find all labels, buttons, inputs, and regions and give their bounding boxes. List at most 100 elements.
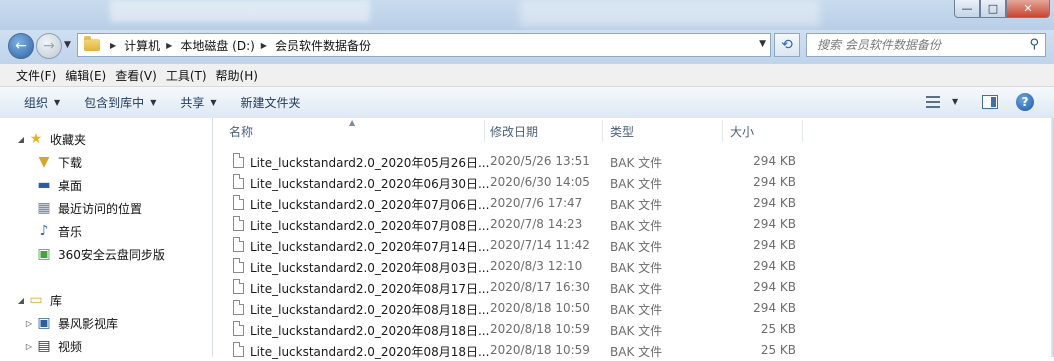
- file-row[interactable]: Lite_luckstandard2.0_2020年08月03日... 2020…: [213, 256, 1054, 277]
- library-icon: ▭: [29, 292, 43, 308]
- address-bar[interactable]: ▶ 计算机 ▶ 本地磁盘 (D:) ▶ 会员软件数据备份 ▼: [77, 33, 771, 57]
- column-divider[interactable]: [602, 120, 603, 142]
- breadcrumb-computer[interactable]: 计算机: [124, 37, 160, 54]
- nav-libraries[interactable]: ◢ ▭ 库: [16, 289, 62, 311]
- file-type: BAK 文件: [610, 324, 663, 338]
- nav-item-downloads[interactable]: ▼ 下载: [36, 151, 82, 173]
- nav-item-music[interactable]: ♪ 音乐: [36, 220, 82, 242]
- file-name: Lite_luckstandard2.0_2020年08月18日...: [250, 303, 490, 317]
- file-size: 294 KB: [753, 175, 796, 189]
- search-box[interactable]: ⚲: [806, 33, 1046, 57]
- search-input[interactable]: [815, 37, 1019, 53]
- music-note-icon: ♪: [39, 223, 49, 239]
- nav-item-360-cloud[interactable]: ▣ 360安全云盘同步版: [36, 243, 165, 265]
- file-icon: [233, 300, 244, 315]
- back-button[interactable]: ←: [8, 33, 34, 59]
- file-name: Lite_luckstandard2.0_2020年08月18日...: [250, 345, 490, 359]
- expand-triangle-icon[interactable]: ◢: [16, 296, 26, 305]
- close-button[interactable]: ✕: [1006, 0, 1050, 18]
- menu-bar: 文件(F) 编辑(E) 查看(V) 工具(T) 帮助(H): [0, 64, 1054, 87]
- file-row[interactable]: Lite_luckstandard2.0_2020年07月08日... 2020…: [213, 214, 1054, 235]
- film-icon: ▤: [37, 338, 51, 354]
- column-header-name[interactable]: 名称: [229, 118, 485, 144]
- nav-item-videos[interactable]: ▷ ▤ 视频: [24, 335, 82, 357]
- menu-file[interactable]: 文件(F): [0, 67, 63, 84]
- nav-item-desktop[interactable]: ▬ 桌面: [36, 174, 82, 196]
- caret-down-icon: ▼: [54, 98, 61, 107]
- file-size: 294 KB: [753, 301, 796, 315]
- refresh-button[interactable]: ⟲: [774, 33, 800, 57]
- nav-item-label: 音乐: [58, 224, 83, 239]
- file-modified: 2020/8/18 10:59: [490, 322, 590, 336]
- share-button[interactable]: 共享 ▼: [168, 94, 228, 111]
- view-options-dropdown-icon[interactable]: ▼: [952, 97, 958, 106]
- column-header-label: 名称: [229, 124, 254, 139]
- menu-edit[interactable]: 编辑(E): [63, 67, 113, 84]
- file-row[interactable]: Lite_luckstandard2.0_2020年05月26日... 2020…: [213, 151, 1054, 172]
- file-icon: [233, 279, 244, 294]
- downloads-folder-icon: ▼: [38, 154, 50, 170]
- file-row[interactable]: Lite_luckstandard2.0_2020年07月06日... 2020…: [213, 193, 1054, 214]
- file-name: Lite_luckstandard2.0_2020年05月26日...: [250, 156, 490, 170]
- recent-pages-dropdown-icon[interactable]: ▼: [64, 40, 71, 50]
- chevron-right-icon[interactable]: ▶: [261, 41, 267, 50]
- collapsed-triangle-icon[interactable]: ▷: [24, 319, 34, 328]
- menu-help[interactable]: 帮助(H): [214, 67, 265, 84]
- preview-pane-icon[interactable]: [982, 95, 998, 109]
- column-divider[interactable]: [802, 120, 803, 142]
- forward-button[interactable]: →: [36, 33, 62, 59]
- nav-item-recent-places[interactable]: ▦ 最近访问的位置: [36, 197, 142, 219]
- title-bar: — □ ✕: [0, 0, 1054, 30]
- chevron-right-icon[interactable]: ▶: [166, 41, 172, 50]
- organize-label: 组织: [24, 96, 49, 110]
- nav-item-label: 下载: [58, 155, 83, 170]
- file-row[interactable]: Lite_luckstandard2.0_2020年08月18日... 2020…: [213, 298, 1054, 319]
- file-type: BAK 文件: [610, 261, 663, 275]
- file-name: Lite_luckstandard2.0_2020年08月03日...: [250, 261, 490, 275]
- include-in-library-button[interactable]: 包含到库中 ▼: [72, 94, 168, 111]
- star-icon: ★: [29, 131, 43, 147]
- column-divider[interactable]: [722, 120, 723, 142]
- file-type: BAK 文件: [610, 198, 663, 212]
- file-row[interactable]: Lite_luckstandard2.0_2020年06月30日... 2020…: [213, 172, 1054, 193]
- organize-button[interactable]: 组织 ▼: [0, 94, 72, 111]
- change-view-icon[interactable]: [926, 96, 940, 108]
- column-header-type[interactable]: 类型: [610, 118, 722, 144]
- share-label: 共享: [180, 96, 205, 110]
- chevron-right-icon[interactable]: ▶: [110, 41, 116, 50]
- breadcrumb-backup-folder[interactable]: 会员软件数据备份: [275, 37, 371, 54]
- breadcrumb-drive-d[interactable]: 本地磁盘 (D:): [180, 37, 254, 54]
- file-modified: 2020/6/30 14:05: [490, 175, 590, 189]
- minimize-button[interactable]: —: [954, 0, 980, 18]
- new-folder-button[interactable]: 新建文件夹: [229, 94, 313, 111]
- file-list[interactable]: ▲ 名称 修改日期 类型 大小 Lite_luckstandard2.0_202…: [213, 118, 1054, 359]
- file-name: Lite_luckstandard2.0_2020年07月06日...: [250, 198, 490, 212]
- column-header-size[interactable]: 大小: [730, 118, 800, 144]
- file-name: Lite_luckstandard2.0_2020年07月08日...: [250, 219, 490, 233]
- file-row[interactable]: Lite_luckstandard2.0_2020年08月18日... 2020…: [213, 319, 1054, 340]
- file-modified: 2020/8/17 16:30: [490, 280, 590, 294]
- file-type: BAK 文件: [610, 219, 663, 233]
- file-row[interactable]: Lite_luckstandard2.0_2020年08月18日... 2020…: [213, 340, 1054, 361]
- column-divider[interactable]: [484, 120, 485, 142]
- column-header-label: 修改日期: [490, 124, 539, 139]
- collapsed-triangle-icon[interactable]: ▷: [24, 342, 34, 351]
- file-row[interactable]: Lite_luckstandard2.0_2020年07月14日... 2020…: [213, 235, 1054, 256]
- maximize-button[interactable]: □: [980, 0, 1006, 18]
- expand-triangle-icon[interactable]: ◢: [16, 135, 26, 144]
- menu-view[interactable]: 查看(V): [113, 67, 164, 84]
- command-bar: 组织 ▼ 包含到库中 ▼ 共享 ▼ 新建文件夹 ▼ ?: [0, 87, 1054, 119]
- menu-tools[interactable]: 工具(T): [164, 67, 214, 84]
- nav-favorites[interactable]: ◢ ★ 收藏夹: [16, 128, 86, 150]
- title-blur: [520, 0, 820, 26]
- address-dropdown-icon[interactable]: ▼: [759, 39, 766, 49]
- file-modified: 2020/7/6 17:47: [490, 196, 583, 210]
- search-icon[interactable]: ⚲: [1029, 37, 1039, 52]
- navigation-pane[interactable]: ◢ ★ 收藏夹 ▼ 下载 ▬ 桌面 ▦ 最近访问的位置 ♪ 音乐 ▣ 360安全…: [0, 118, 213, 357]
- file-icon: [233, 342, 244, 357]
- file-row[interactable]: Lite_luckstandard2.0_2020年08月17日... 2020…: [213, 277, 1054, 298]
- file-name: Lite_luckstandard2.0_2020年07月14日...: [250, 240, 490, 254]
- column-header-modified[interactable]: 修改日期: [490, 118, 602, 144]
- help-icon[interactable]: ?: [1016, 93, 1034, 111]
- nav-item-baofeng-library[interactable]: ▷ ▣ 暴风影视库: [24, 312, 118, 334]
